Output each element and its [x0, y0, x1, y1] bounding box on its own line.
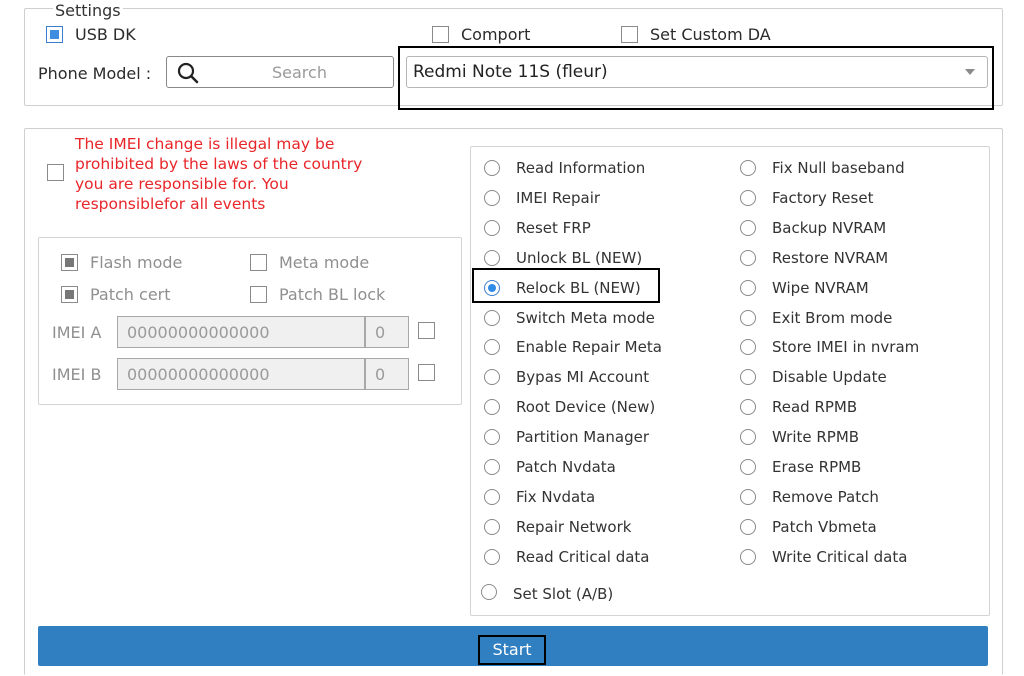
radio-repair-network[interactable]	[484, 519, 500, 535]
radio-exit-brom-mode[interactable]	[740, 310, 756, 326]
radio-label-store-imei-in-nvram: Store IMEI in nvram	[772, 338, 920, 356]
settings-title: Settings	[53, 1, 123, 20]
imei-warning-text: The IMEI change is illegal may be prohib…	[75, 135, 363, 213]
radio-remove-patch[interactable]	[740, 489, 756, 505]
radio-patch-nvdata[interactable]	[484, 459, 500, 475]
radio-label-patch-nvdata: Patch Nvdata	[516, 458, 616, 476]
radio-read-information[interactable]	[484, 160, 500, 176]
radio-label-write-rpmb: Write RPMB	[772, 428, 860, 446]
radio-store-imei-in-nvram[interactable]	[740, 339, 756, 355]
radio-backup-nvram[interactable]	[740, 220, 756, 236]
comport-label: Comport	[461, 25, 531, 44]
radio-label-bypas-mi-account: Bypas MI Account	[516, 368, 650, 386]
imei-a-input[interactable]	[117, 316, 365, 348]
patch-bl-lock-label: Patch BL lock	[279, 285, 386, 304]
radio-unlock-bl-new[interactable]	[484, 250, 500, 266]
radio-label-switch-meta-mode: Switch Meta mode	[516, 309, 655, 327]
radio-enable-repair-meta[interactable]	[484, 339, 500, 355]
radio-wipe-nvram[interactable]	[740, 280, 756, 296]
radio-restore-nvram[interactable]	[740, 250, 756, 266]
relock-highlight-box	[472, 268, 660, 303]
radio-label-disable-update: Disable Update	[772, 368, 887, 386]
radio-label-write-critical-data: Write Critical data	[772, 548, 908, 566]
usb-dk-checkbox[interactable]	[46, 26, 63, 43]
radio-label-exit-brom-mode: Exit Brom mode	[772, 309, 893, 327]
search-placeholder: Search	[272, 63, 327, 82]
radio-reset-frp[interactable]	[484, 220, 500, 236]
radio-fix-nvdata[interactable]	[484, 489, 500, 505]
radio-label-remove-patch: Remove Patch	[772, 488, 879, 506]
radio-label-partition-manager: Partition Manager	[516, 428, 650, 446]
radio-label-factory-reset: Factory Reset	[772, 189, 874, 207]
radio-label-reset-frp: Reset FRP	[516, 219, 591, 237]
radio-label-read-rpmb: Read RPMB	[772, 398, 858, 416]
radio-read-critical-data[interactable]	[484, 549, 500, 565]
imei-b-input[interactable]	[117, 358, 365, 390]
radio-bypas-mi-account[interactable]	[484, 369, 500, 385]
imei-agree-checkbox[interactable]	[47, 164, 64, 181]
patch-bl-lock-checkbox[interactable]	[250, 286, 267, 303]
imei-a-label: IMEI A	[52, 323, 102, 342]
radio-label-erase-rpmb: Erase RPMB	[772, 458, 862, 476]
comport-checkbox[interactable]	[432, 26, 449, 43]
radio-label-enable-repair-meta: Enable Repair Meta	[516, 338, 662, 356]
radio-label-set-slot: Set Slot (A/B)	[513, 585, 614, 603]
flash-mode-label: Flash mode	[90, 253, 183, 272]
start-button[interactable]: Start	[478, 635, 546, 665]
radio-label-fix-nvdata: Fix Nvdata	[516, 488, 596, 506]
radio-label-restore-nvram: Restore NVRAM	[772, 249, 889, 267]
flash-mode-checkbox[interactable]	[61, 254, 78, 271]
radio-erase-rpmb[interactable]	[740, 459, 756, 475]
radio-label-root-device-new: Root Device (New)	[516, 398, 656, 416]
radio-set-slot[interactable]	[481, 584, 497, 600]
radio-label-read-critical-data: Read Critical data	[516, 548, 650, 566]
radio-write-rpmb[interactable]	[740, 429, 756, 445]
imei-b-checkbox[interactable]	[418, 364, 435, 381]
meta-mode-label: Meta mode	[279, 253, 370, 272]
radio-label-unlock-bl-new: Unlock BL (NEW)	[516, 249, 643, 267]
phone-model-label: Phone Model :	[38, 64, 152, 83]
imei-a-check-digit[interactable]	[365, 316, 409, 348]
radio-write-critical-data[interactable]	[740, 549, 756, 565]
radio-fix-null-baseband[interactable]	[740, 160, 756, 176]
radio-disable-update[interactable]	[740, 369, 756, 385]
radio-label-read-information: Read Information	[516, 159, 646, 177]
radio-label-backup-nvram: Backup NVRAM	[772, 219, 887, 237]
set-custom-da-checkbox[interactable]	[621, 26, 638, 43]
meta-mode-checkbox[interactable]	[250, 254, 267, 271]
imei-a-checkbox[interactable]	[418, 322, 435, 339]
search-box[interactable]: Search	[166, 56, 394, 88]
usb-dk-label: USB DK	[75, 25, 136, 44]
radio-factory-reset[interactable]	[740, 190, 756, 206]
model-highlight-box	[398, 46, 994, 110]
radio-root-device-new[interactable]	[484, 399, 500, 415]
patch-cert-checkbox[interactable]	[61, 286, 78, 303]
imei-b-label: IMEI B	[52, 365, 102, 384]
search-icon	[177, 62, 199, 84]
radio-label-wipe-nvram: Wipe NVRAM	[772, 279, 869, 297]
radio-label-imei-repair: IMEI Repair	[516, 189, 601, 207]
patch-cert-label: Patch cert	[90, 285, 171, 304]
radio-imei-repair[interactable]	[484, 190, 500, 206]
radio-patch-vbmeta[interactable]	[740, 519, 756, 535]
radio-label-fix-null-baseband: Fix Null baseband	[772, 159, 905, 177]
radio-label-patch-vbmeta: Patch Vbmeta	[772, 518, 877, 536]
radio-label-repair-network: Repair Network	[516, 518, 632, 536]
radio-switch-meta-mode[interactable]	[484, 310, 500, 326]
radio-read-rpmb[interactable]	[740, 399, 756, 415]
radio-partition-manager[interactable]	[484, 429, 500, 445]
imei-b-check-digit[interactable]	[365, 358, 409, 390]
set-custom-da-label: Set Custom DA	[650, 25, 771, 44]
